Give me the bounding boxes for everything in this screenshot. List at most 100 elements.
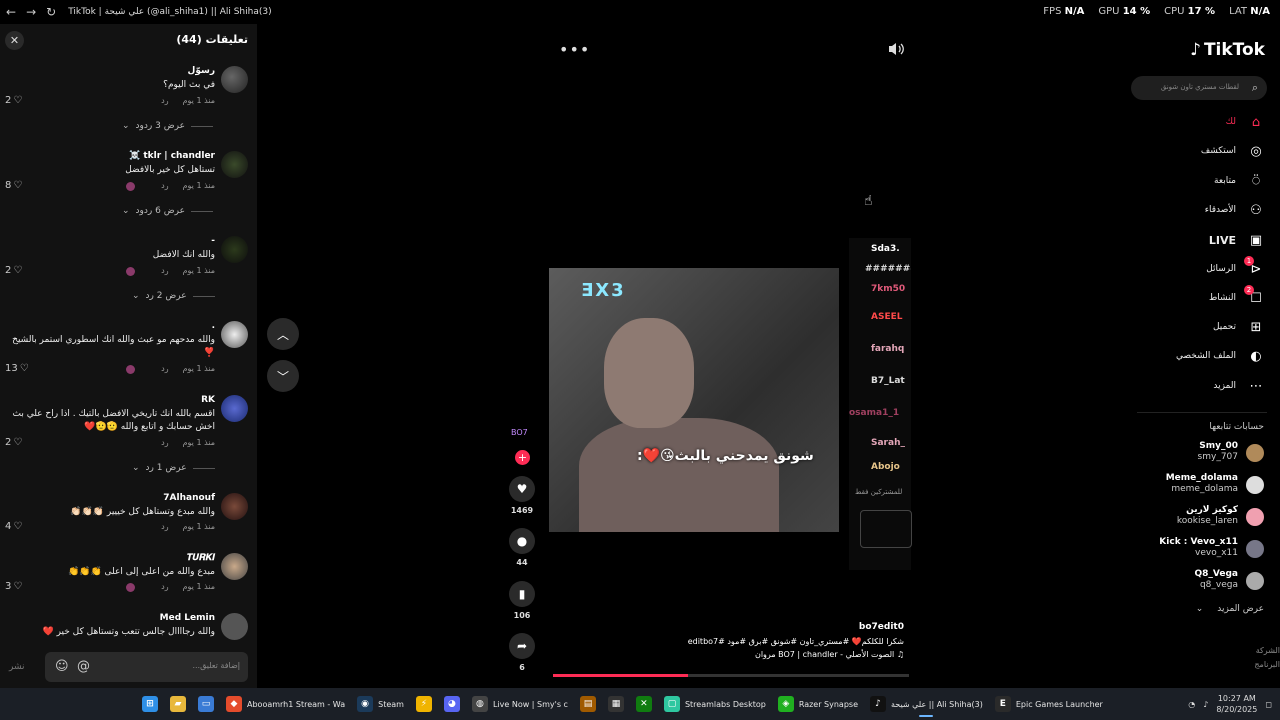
sidebar-item-profile[interactable]: الملف الشخصي ◐ xyxy=(1134,344,1264,368)
taskbar-streamlabs[interactable]: ▢ Streamlabs Desktop xyxy=(658,690,772,718)
like-button[interactable]: 2 ♡ xyxy=(5,95,22,106)
avatar[interactable] xyxy=(221,236,248,263)
avatar[interactable] xyxy=(221,613,248,640)
taskbar-app[interactable]: ⚡ xyxy=(410,690,438,718)
view-replies-button[interactable]: عرض 2 رد ⌄ xyxy=(132,291,215,301)
taskbar-epic[interactable]: E Epic Games Launcher xyxy=(989,690,1109,718)
back-arrow-icon[interactable]: ← xyxy=(6,5,16,19)
taskbar-steam[interactable]: ◉ Steam xyxy=(351,690,410,718)
follow-button[interactable]: + xyxy=(515,450,530,465)
taskbar-brave[interactable]: ◆ Abooamrh1 Stream - Wa xyxy=(220,690,351,718)
reply-button[interactable]: رد xyxy=(161,266,168,275)
more-options-icon[interactable]: ••• xyxy=(559,40,590,59)
reply-button[interactable]: رد xyxy=(161,522,168,531)
video-player[interactable]: ƎX3 شونق يمدحني بالبث😘❤️: xyxy=(549,268,839,532)
taskbar-store[interactable]: ▦ xyxy=(602,690,630,718)
view-replies-button[interactable]: عرض 6 ردود ⌄ xyxy=(122,206,213,216)
comment-author[interactable]: 7Alhanouf xyxy=(163,493,215,503)
forward-arrow-icon[interactable]: → xyxy=(26,5,36,19)
view-replies-button[interactable]: عرض 3 ردود ⌄ xyxy=(122,121,213,131)
comment-input[interactable]: إضافة تعليق... @ ☺ xyxy=(45,652,248,682)
like-button[interactable]: 2 ♡ xyxy=(5,437,22,448)
taskbar-misc[interactable]: ▤ xyxy=(574,690,602,718)
post-button[interactable]: نشر xyxy=(9,662,25,672)
taskbar-xbox[interactable]: ✕ xyxy=(630,690,658,718)
mention-icon[interactable]: @ xyxy=(77,659,90,674)
comment-item: tklr | chandler ☠️ تستاهل كل خير بالافضل… xyxy=(0,151,257,231)
next-video-button[interactable]: ﹀ xyxy=(267,360,299,392)
following-account[interactable]: Q8_Vega q8_vega xyxy=(1134,569,1264,593)
comment-author[interactable]: - xyxy=(211,236,215,246)
footer-link[interactable]: الشركة xyxy=(1254,644,1280,658)
following-account[interactable]: Meme_dolama meme_dolama xyxy=(1134,473,1264,497)
taskbar-windows-start[interactable]: ⊞ xyxy=(136,690,164,718)
previous-video-button[interactable]: ︿ xyxy=(267,318,299,350)
see-more-button[interactable]: عرض المزيد ⌄ xyxy=(1196,604,1264,614)
comment-author[interactable]: RK xyxy=(201,395,215,405)
close-icon[interactable]: ✕ xyxy=(5,31,24,50)
save-video-button[interactable]: ▮ 106 xyxy=(507,581,537,620)
comment-author[interactable]: 𝑻𝑼𝑹𝑲𝑰 xyxy=(187,553,215,563)
volume-icon[interactable] xyxy=(887,41,905,57)
taskbar-chrome[interactable]: ◍ Live Now | Smy's c xyxy=(466,690,574,718)
like-video-button[interactable]: ♥ 1469 xyxy=(507,476,537,515)
video-author[interactable]: bo7edit0 xyxy=(664,622,904,632)
sidebar-item-friends[interactable]: الأصدقاء ⚇ xyxy=(1134,198,1264,222)
like-button[interactable]: 4 ♡ xyxy=(5,521,22,532)
sidebar-item-home[interactable]: لك ⌂ xyxy=(1134,110,1264,134)
video-sound[interactable]: ♫ الصوت الأصلي - BO7 | chandler مروان xyxy=(664,650,904,659)
following-account[interactable]: Kick : Vevo_x11 vevo_x11 xyxy=(1134,537,1264,561)
creator-liked-avatar xyxy=(126,365,135,374)
comment-author[interactable]: Med Lemin xyxy=(160,613,215,623)
reply-button[interactable]: رد xyxy=(161,181,168,190)
reply-button[interactable]: رد xyxy=(161,582,168,591)
following-account[interactable]: Smy_00 smy_707 xyxy=(1134,441,1264,465)
taskbar-tiktok[interactable]: ♪ علي شيحة || Ali Shiha(3) xyxy=(864,690,989,718)
share-video-button[interactable]: ➦ 6 xyxy=(507,633,537,672)
comment-video-button[interactable]: ● 44 xyxy=(507,528,537,567)
emoji-icon[interactable]: ☺ xyxy=(55,659,69,674)
view-replies-button[interactable]: عرض 1 رد ⌄ xyxy=(132,463,215,473)
search-icon[interactable]: ⌕ xyxy=(1252,81,1258,95)
reload-icon[interactable]: ↻ xyxy=(46,5,56,19)
taskbar-folder[interactable]: ▭ xyxy=(192,690,220,718)
like-button[interactable]: 3 ♡ xyxy=(5,581,22,592)
comments-list[interactable]: رسوّل في بث اليوم؟ منذ 1 يوم رد 2 ♡ عرض 3 … xyxy=(0,56,257,646)
sidebar-item-compass[interactable]: استكشف ◎ xyxy=(1134,139,1264,163)
sidebar-item-following[interactable]: متابعة ⍥ xyxy=(1134,169,1264,193)
volume-tray-icon[interactable]: ♪ xyxy=(1203,700,1208,709)
avatar[interactable] xyxy=(221,66,248,93)
sidebar-item-messages[interactable]: الرسائل ⊳ 1 xyxy=(1134,255,1264,281)
sidebar-item-live[interactable]: LIVE ▣ xyxy=(1134,228,1264,252)
video-progress-bar[interactable] xyxy=(553,674,909,677)
like-button[interactable]: 8 ♡ xyxy=(5,180,22,191)
avatar[interactable] xyxy=(221,321,248,348)
wifi-icon[interactable]: ◔ xyxy=(1188,700,1195,709)
avatar[interactable] xyxy=(221,151,248,178)
avatar[interactable] xyxy=(221,553,248,580)
creator-avatar[interactable]: BO7 xyxy=(511,428,533,450)
notifications-icon[interactable]: ◻ xyxy=(1265,700,1272,709)
taskbar-file-explorer[interactable]: ▰ xyxy=(164,690,192,718)
reply-button[interactable]: رد xyxy=(161,96,168,105)
sidebar-item-activity[interactable]: النشاط ☐ 2 xyxy=(1134,284,1264,310)
clock[interactable]: 10:27 AM 8/20/2025 xyxy=(1216,693,1257,715)
comment-author[interactable]: tklr | chandler ☠️ xyxy=(129,151,215,161)
sidebar-item-upload[interactable]: تحميل ⊞ xyxy=(1134,315,1264,339)
like-button[interactable]: 2 ♡ xyxy=(5,265,22,276)
taskbar-razer[interactable]: ◈ Razer Synapse xyxy=(772,690,864,718)
footer-link[interactable]: البرنامج xyxy=(1254,658,1280,672)
comment-author[interactable]: رسوّل xyxy=(188,66,215,76)
reply-button[interactable]: رد xyxy=(161,364,168,373)
upload-icon: ⊞ xyxy=(1250,319,1262,335)
tiktok-logo[interactable]: ♪ TikTok xyxy=(1190,40,1265,60)
search-input[interactable]: لقطات مستري تاون شونق ⌕ xyxy=(1131,76,1267,100)
reply-button[interactable]: رد xyxy=(161,438,168,447)
taskbar-discord[interactable]: ◕ xyxy=(438,690,466,718)
like-button[interactable]: 13 ♡ xyxy=(5,363,29,374)
comment-author[interactable]: . xyxy=(212,321,215,331)
avatar[interactable] xyxy=(221,493,248,520)
avatar[interactable] xyxy=(221,395,248,422)
sidebar-item-more[interactable]: المزيد ⋯ xyxy=(1134,374,1264,398)
following-account[interactable]: كوكيز لارين kookise_laren xyxy=(1134,505,1264,529)
